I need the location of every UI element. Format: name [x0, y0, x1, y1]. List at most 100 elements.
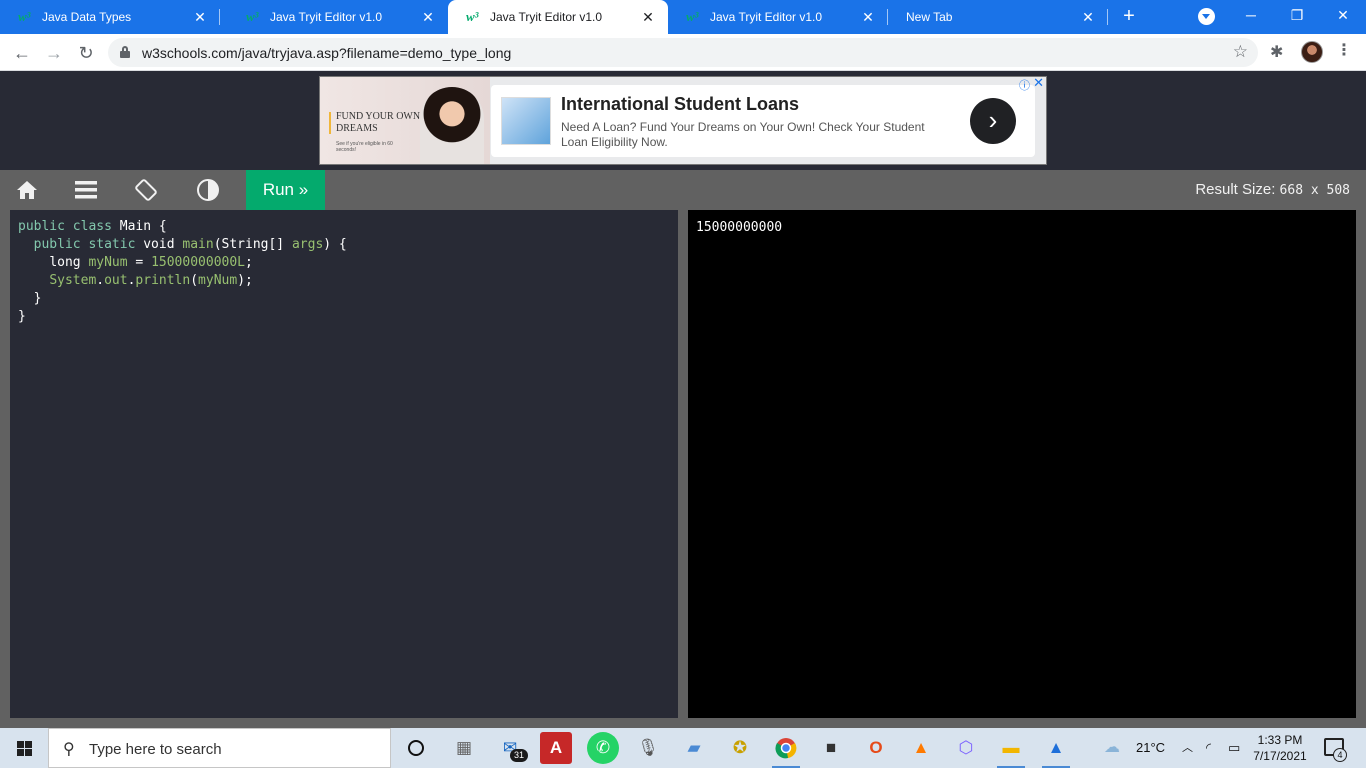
code-type: void [135, 237, 183, 252]
code-line-4[interactable]: System.out.println(myNum); [18, 272, 670, 290]
tab-close-icon[interactable]: ✕ [1078, 9, 1098, 26]
code-punct: . [96, 273, 105, 288]
code-punct: { [151, 219, 167, 234]
code-line-5[interactable]: } [18, 290, 670, 308]
extensions-puzzle-icon[interactable]: ✱ [1270, 42, 1283, 62]
profile-avatar[interactable] [1301, 41, 1323, 63]
weather-temperature[interactable]: 21°C [1136, 728, 1165, 768]
ad-card[interactable]: International Student Loans Need A Loan?… [491, 85, 1035, 157]
menu-hamburger-icon[interactable] [61, 170, 111, 210]
forward-arrow-icon[interactable]: → [41, 40, 67, 66]
ad-banner[interactable]: FUND YOUR OWN DREAMS See if you're eligi… [319, 76, 1047, 165]
lock-icon[interactable] [120, 46, 130, 58]
tab-title: Java Tryit Editor v1.0 [490, 10, 603, 24]
program-output: 15000000000 [696, 220, 783, 235]
notification-count-badge: 4 [1333, 748, 1347, 762]
code-line-2[interactable]: public static void main(String[] args) { [18, 236, 670, 254]
file-explorer-icon[interactable]: ▬ [995, 732, 1027, 768]
game-app-icon[interactable]: ✪ [724, 732, 756, 764]
w3schools-favicon-icon: w³ [18, 9, 31, 24]
code-variable: myNum [198, 273, 238, 288]
back-arrow-icon[interactable]: ← [9, 40, 35, 66]
tab-separator [219, 9, 220, 25]
rotate-orientation-icon[interactable] [121, 170, 171, 210]
code-punct: ) { [323, 237, 347, 252]
ad-accent-line [329, 112, 331, 134]
minimize-icon[interactable]: ─ [1228, 0, 1274, 30]
tab-java-data-types[interactable]: w³ Java Data Types ✕ [0, 0, 220, 34]
code-editor[interactable]: public class Main { public static void m… [10, 210, 678, 718]
whatsapp-icon[interactable]: ✆ [587, 732, 619, 764]
code-number-literal: 15000000000L [151, 255, 245, 270]
cortana-icon[interactable] [400, 732, 432, 764]
office-icon[interactable]: O [860, 732, 892, 764]
code-method-name: println [135, 273, 191, 288]
photos-icon[interactable]: ▲ [1040, 732, 1072, 768]
url-text[interactable]: w3schools.com/java/tryjava.asp?filename=… [142, 45, 511, 61]
ad-chevron-right-icon[interactable]: › [970, 98, 1016, 144]
chrome-menu-icon[interactable]: ⋮ [1336, 40, 1352, 60]
tab-close-icon[interactable]: ✕ [418, 9, 438, 26]
mail-icon[interactable]: ✉ 31 [494, 732, 528, 764]
windows-taskbar: ⚲ Type here to search ▦ ✉ 31 A ✆ 🎙 ▰ ✪ ■ … [0, 728, 1366, 768]
code-line-6[interactable]: } [18, 308, 670, 326]
ad-person-image [420, 87, 484, 164]
clock-time: 1:33 PM [1257, 733, 1303, 747]
tab-close-icon[interactable]: ✕ [638, 9, 658, 26]
theme-contrast-icon[interactable] [183, 170, 233, 210]
task-view-app-icon[interactable]: ▦ [448, 732, 480, 764]
weather-cloud-icon[interactable]: ☁ [1104, 728, 1120, 768]
microphone-icon[interactable]: 🎙 [632, 732, 664, 764]
code-punct: ); [237, 273, 253, 288]
tab-tryit-editor-1[interactable]: w³ Java Tryit Editor v1.0 ✕ [228, 0, 448, 34]
tab-new-tab[interactable]: New Tab ✕ [888, 0, 1108, 34]
code-punct: (String[] [213, 237, 292, 252]
code-line-3[interactable]: long myNum = 15000000000L; [18, 254, 670, 272]
tab-close-icon[interactable]: ✕ [858, 9, 878, 26]
tab-close-icon[interactable]: ✕ [190, 9, 210, 26]
tab-tryit-editor-3[interactable]: w³ Java Tryit Editor v1.0 ✕ [668, 0, 888, 34]
code-object: System [49, 273, 97, 288]
address-bar[interactable]: w3schools.com/java/tryjava.asp?filename=… [108, 38, 1258, 67]
home-icon[interactable] [2, 170, 52, 210]
tryit-workspace: public class Main { public static void m… [0, 210, 1366, 728]
code-keyword: public static [33, 237, 136, 252]
vlc-icon[interactable]: ▲ [905, 732, 937, 764]
ad-image-panel[interactable]: FUND YOUR OWN DREAMS See if you're eligi… [320, 77, 490, 164]
ad-close-icon[interactable]: ✕ [1033, 77, 1044, 91]
terminal-app-icon[interactable]: ■ [815, 732, 847, 764]
ad-info-icon[interactable]: ⓘ [1019, 77, 1030, 93]
w3schools-favicon-icon: w³ [466, 9, 479, 24]
w3schools-favicon-icon: w³ [686, 9, 699, 24]
system-clock[interactable]: 1:33 PM 7/17/2021 [1244, 732, 1316, 764]
browser-tab-strip: w³ Java Data Types ✕ w³ Java Tryit Edito… [0, 0, 1366, 34]
reload-icon[interactable]: ↻ [73, 40, 99, 66]
new-tab-plus-icon[interactable]: + [1117, 5, 1141, 29]
acrobat-reader-icon[interactable]: A [540, 732, 572, 764]
taskbar-search-box[interactable]: ⚲ Type here to search [48, 728, 391, 768]
close-window-icon[interactable]: ✕ [1320, 0, 1366, 30]
chrome-icon[interactable] [770, 732, 802, 768]
tab-search-dropdown-icon[interactable] [1198, 8, 1215, 25]
hexagon-app-icon[interactable]: ⬡ [950, 732, 982, 764]
bookmark-star-icon[interactable]: ☆ [1233, 42, 1248, 62]
code-punct: ( [190, 273, 199, 288]
code-keyword: public class [18, 219, 112, 234]
file-app-icon[interactable]: ▰ [678, 732, 710, 764]
windows-start-icon[interactable] [0, 728, 48, 768]
ad-zone: FUND YOUR OWN DREAMS See if you're eligi… [0, 71, 1366, 170]
code-param: args [291, 237, 324, 252]
ad-title[interactable]: International Student Loans [561, 94, 799, 115]
code-line-1[interactable]: public class Main { [18, 218, 670, 236]
tab-title: Java Data Types [42, 10, 132, 24]
tab-tryit-editor-active[interactable]: w³ Java Tryit Editor v1.0 ✕ [448, 0, 668, 34]
show-hidden-icons-chevron-icon[interactable]: ︿ [1182, 728, 1193, 768]
result-pane[interactable]: 15000000000 [688, 210, 1356, 718]
run-button[interactable]: Run » [246, 170, 325, 210]
network-icon[interactable]: ◜ [1206, 728, 1211, 768]
result-size-display: Result Size: 668 x 508 [1195, 181, 1350, 198]
restore-icon[interactable]: ❐ [1274, 0, 1320, 30]
battery-icon[interactable]: ▭ [1228, 728, 1240, 768]
